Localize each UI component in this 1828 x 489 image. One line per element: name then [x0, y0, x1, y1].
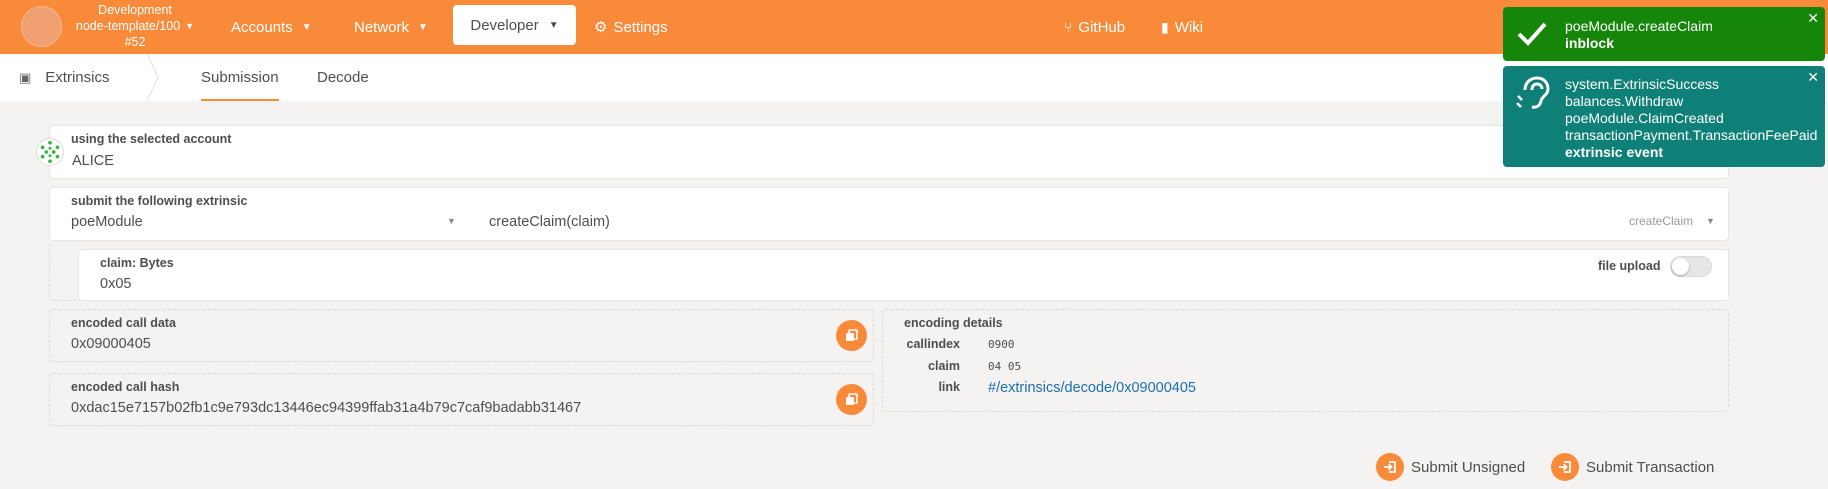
account-selector[interactable]: using the selected account ALICE — [49, 125, 1729, 179]
toast-message: poeModule.createClaim — [1565, 18, 1713, 34]
tab-submission-label: Submission — [201, 69, 279, 86]
copy-icon — [846, 329, 858, 341]
nav-wiki-label: Wiki — [1174, 18, 1204, 36]
tab-decode-label: Decode — [317, 69, 369, 86]
claim-param: claim: Bytes 0x05 file upload — [78, 249, 1729, 301]
encoded-call-data: encoded call data 0x09000405 — [49, 309, 874, 362]
best-block: #52 — [124, 35, 146, 49]
account-label: using the selected account — [71, 132, 232, 146]
chain-logo[interactable] — [21, 6, 62, 47]
module-dropdown[interactable]: poeModule — [71, 214, 143, 230]
extrinsic-selector: submit the following extrinsic poeModule… — [49, 187, 1729, 241]
nav-developer-label: Developer — [470, 16, 539, 34]
runtime-version: node-template/100 — [75, 19, 181, 33]
nav-github[interactable]: ⑂ GitHub — [1064, 0, 1125, 54]
callindex-value: 0900 — [988, 338, 1015, 351]
section-title: Extrinsics — [45, 69, 110, 86]
callindex-label: callindex — [906, 337, 961, 351]
encoded-call-data-value: 0x09000405 — [71, 336, 151, 352]
copy-call-data-button[interactable] — [836, 320, 867, 351]
nav-wiki[interactable]: ▮ Wiki — [1161, 0, 1203, 54]
nav-accounts[interactable]: Accounts ▼ — [231, 0, 312, 54]
toast-event: transactionPayment.TransactionFeePaid — [1565, 127, 1818, 143]
submit-transaction-button[interactable]: Submit Transaction — [1551, 453, 1714, 481]
encoding-details-title: encoding details — [904, 316, 1003, 330]
toggle-knob — [1672, 258, 1689, 275]
account-value: ALICE — [72, 153, 114, 169]
nav-github-label: GitHub — [1078, 18, 1126, 36]
inbox-icon: ▣ — [19, 69, 32, 85]
submit-unsigned-label: Submit Unsigned — [1411, 458, 1526, 476]
toast-event: system.ExtrinsicSuccess — [1565, 76, 1720, 92]
claim-enc-value: 04 05 — [988, 360, 1022, 373]
call-selected-name: createClaim — [1629, 214, 1694, 228]
chain-name: Development — [98, 3, 172, 17]
nav-network-label: Network — [354, 18, 410, 36]
sign-in-icon — [1376, 453, 1404, 481]
file-upload-toggle[interactable] — [1670, 256, 1712, 277]
extrinsic-label: submit the following extrinsic — [71, 194, 248, 208]
submit-unsigned-button[interactable]: Submit Unsigned — [1376, 453, 1525, 481]
nav-accounts-label: Accounts — [231, 18, 293, 36]
encoded-call-data-label: encoded call data — [71, 316, 176, 330]
gear-icon: ⚙ — [594, 19, 608, 36]
chain-selector[interactable]: Development node-template/100 ▼ #52 — [70, 2, 200, 50]
nav-developer[interactable]: Developer ▼ — [453, 5, 576, 45]
chevron-down-icon: ▼ — [301, 21, 312, 33]
chevron-down-icon: ▼ — [447, 216, 456, 226]
toast-status: inblock — [1565, 35, 1615, 51]
encoded-call-hash-value: 0xdac15e7157b02fb1c9e793dc13446ec94399ff… — [71, 400, 582, 416]
tab-submission[interactable]: Submission — [201, 54, 279, 101]
close-icon[interactable]: ✕ — [1807, 10, 1819, 27]
encoding-details: encoding details callindex 0900 claim 04… — [882, 309, 1729, 412]
book-icon: ▮ — [1161, 18, 1169, 35]
claim-enc-label: claim — [928, 359, 960, 373]
submit-transaction-label: Submit Transaction — [1586, 458, 1715, 476]
nav-network[interactable]: Network ▼ — [354, 0, 428, 54]
chevron-down-icon: ▼ — [185, 21, 195, 31]
status-toast-inblock: ✕ poeModule.createClaim inblock — [1503, 7, 1825, 61]
call-dropdown[interactable]: createClaim(claim) — [489, 214, 610, 230]
toast-event: poeModule.ClaimCreated — [1565, 110, 1724, 126]
breadcrumb[interactable]: ▣ Extrinsics — [19, 54, 109, 101]
link-label: link — [938, 380, 960, 394]
chevron-down-icon: ▼ — [1706, 216, 1715, 226]
toast-status: extrinsic event — [1565, 144, 1664, 160]
git-branch-icon: ⑂ — [1064, 19, 1073, 35]
claim-input[interactable]: 0x05 — [100, 276, 131, 292]
encoded-call-hash: encoded call hash 0xdac15e7157b02fb1c9e7… — [49, 373, 874, 426]
encoded-call-hash-label: encoded call hash — [71, 380, 180, 394]
copy-icon — [846, 393, 858, 405]
param-label: claim: Bytes — [100, 256, 174, 270]
file-upload-label: file upload — [1598, 259, 1661, 273]
copy-call-hash-button[interactable] — [836, 384, 867, 415]
toast-event: balances.Withdraw — [1565, 93, 1684, 109]
chevron-down-icon: ▼ — [548, 19, 559, 31]
account-identicon-icon — [36, 138, 64, 166]
check-icon — [1517, 22, 1547, 46]
status-toast-events: ✕ system.ExtrinsicSuccess balances.Withd… — [1503, 66, 1825, 167]
decode-link[interactable]: #/extrinsics/decode/0x09000405 — [988, 380, 1196, 396]
sign-in-icon — [1551, 453, 1579, 481]
tab-decode[interactable]: Decode — [317, 54, 369, 101]
chevron-down-icon: ▼ — [418, 21, 428, 33]
breadcrumb-separator-icon — [147, 54, 159, 101]
nav-settings-label: Settings — [613, 18, 668, 36]
nav-settings[interactable]: ⚙ Settings — [594, 0, 668, 54]
ear-icon — [1516, 76, 1550, 109]
